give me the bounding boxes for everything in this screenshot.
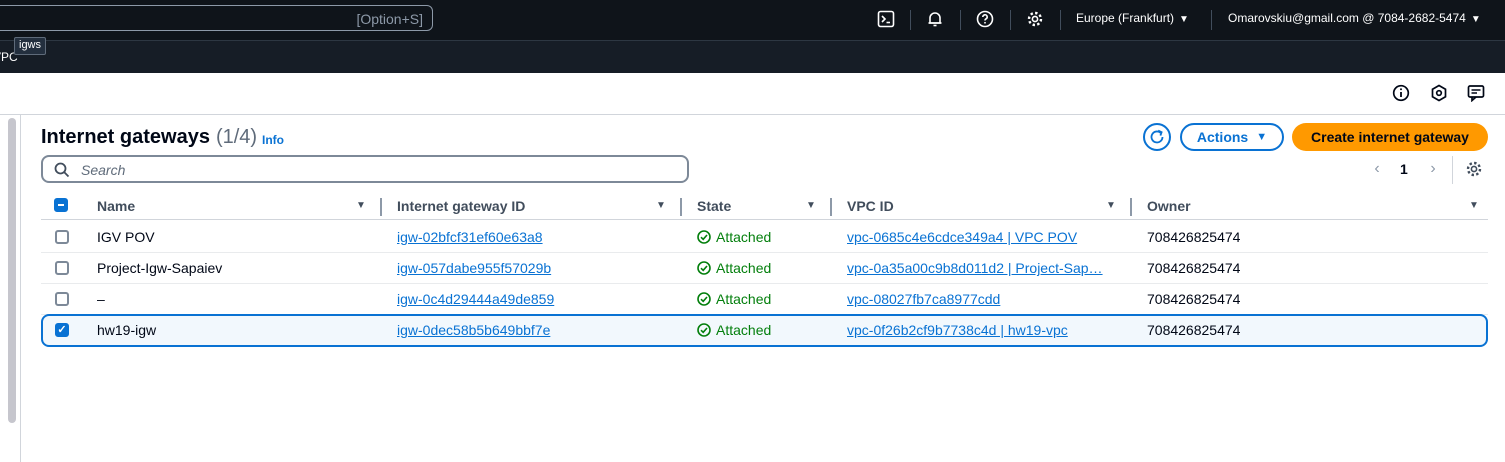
cell-name: hw19-igw [97, 322, 157, 338]
row-checkbox[interactable] [55, 230, 69, 244]
column-resizer[interactable] [680, 198, 682, 216]
sidebar-divider [20, 115, 21, 462]
state-label: Attached [716, 291, 772, 307]
cell-igw-id-link[interactable]: igw-0dec58b5b649bbf7e [397, 322, 550, 338]
sort-caret-icon[interactable]: ▼ [1469, 200, 1481, 212]
table-header-row [41, 192, 1488, 220]
cell-owner: 708426825474 [1147, 322, 1241, 338]
topbar-divider [910, 10, 911, 30]
info-circle-icon[interactable] [1392, 84, 1410, 102]
row-checkbox-checked[interactable]: ✓ [55, 323, 69, 337]
refresh-icon [1150, 129, 1164, 144]
table-settings-gear-icon[interactable] [1465, 160, 1483, 178]
column-header-vpc-id[interactable]: VPC ID [847, 198, 894, 214]
sort-caret-icon[interactable]: ▼ [1106, 200, 1118, 212]
state-label: Attached [716, 260, 772, 276]
search-tooltip: igws [14, 37, 47, 55]
state-label: Attached [716, 229, 772, 245]
chevron-left-icon[interactable]: ‹ [1370, 160, 1384, 178]
column-header-state[interactable]: State [697, 198, 731, 214]
cloudshell-icon[interactable] [876, 9, 896, 29]
sort-caret-icon[interactable]: ▼ [356, 200, 368, 212]
cell-state: Attached [697, 229, 771, 245]
caret-down-icon: ▼ [1470, 14, 1481, 25]
selection-count: (1/4) [215, 126, 258, 148]
cell-owner: 708426825474 [1147, 291, 1241, 307]
gear-icon[interactable] [1025, 9, 1045, 29]
column-header-name[interactable]: Name [97, 198, 135, 214]
account-menu[interactable]: Omarovskiu@gmail.com @ 7084-2682-5474 ▼ [1228, 11, 1481, 25]
cell-igw-id-link[interactable]: igw-057dabe955f57029b [397, 260, 551, 276]
cell-state: Attached [697, 322, 771, 338]
account-label: Omarovskiu@gmail.com @ 7084-2682-5474 [1228, 11, 1466, 25]
topbar-divider [960, 10, 961, 30]
chevron-right-icon[interactable]: › [1426, 160, 1440, 178]
search-shortcut-hint: [Option+S] [356, 11, 423, 27]
info-link[interactable]: Info [262, 133, 284, 147]
topbar-divider [1060, 10, 1061, 30]
column-resizer[interactable] [1130, 198, 1132, 216]
hexagon-settings-icon[interactable] [1430, 84, 1448, 102]
cell-vpc-id-link[interactable]: vpc-0685c4e6cdce349a4 | VPC POV [847, 229, 1077, 245]
cell-owner: 708426825474 [1147, 260, 1241, 276]
cell-name: IGV POV [97, 229, 155, 245]
pagination-divider [1452, 156, 1453, 184]
page-title: Internet gateways (1/4) [41, 126, 257, 149]
topbar-divider [1211, 10, 1212, 30]
column-resizer[interactable] [380, 198, 382, 216]
create-internet-gateway-button[interactable]: Create internet gateway [1292, 123, 1488, 151]
region-label: Europe (Frankfurt) [1076, 11, 1175, 25]
cell-vpc-id-link[interactable]: vpc-0a35a00c9b8d011d2 | Project-Sap… [847, 260, 1103, 276]
cell-state: Attached [697, 260, 771, 276]
column-resizer[interactable] [830, 198, 832, 216]
sort-caret-icon[interactable]: ▼ [656, 200, 668, 212]
caret-down-icon: ▼ [1179, 14, 1189, 25]
page-number[interactable]: 1 [1400, 161, 1408, 177]
cell-owner: 708426825474 [1147, 229, 1241, 245]
check-circle-icon [697, 261, 711, 275]
global-search-box[interactable]: [Option+S] [0, 5, 433, 31]
help-icon[interactable] [975, 9, 995, 29]
sort-caret-icon[interactable]: ▼ [806, 200, 818, 212]
service-bar: VPC [0, 40, 1505, 73]
row-checkbox[interactable] [55, 292, 69, 306]
cell-igw-id-link[interactable]: igw-0c4d29444a49de859 [397, 291, 554, 307]
check-circle-icon [697, 230, 711, 244]
actions-label: Actions [1196, 129, 1249, 145]
feedback-icon[interactable] [1467, 84, 1485, 102]
column-header-igw-id[interactable]: Internet gateway ID [397, 198, 525, 214]
cell-vpc-id-link[interactable]: vpc-08027fb7ca8977cdd [847, 291, 1000, 307]
actions-button[interactable]: Actions ▼ [1180, 123, 1284, 151]
row-checkbox[interactable] [55, 261, 69, 275]
region-selector[interactable]: Europe (Frankfurt) ▼ [1076, 11, 1189, 25]
caret-down-icon: ▼ [1256, 131, 1268, 143]
topbar-divider [1010, 10, 1011, 30]
search-filter [41, 155, 689, 183]
column-header-owner[interactable]: Owner [1147, 198, 1191, 214]
check-circle-icon [697, 323, 711, 337]
state-label: Attached [716, 322, 772, 338]
select-all-checkbox[interactable] [54, 198, 68, 212]
check-circle-icon [697, 292, 711, 306]
scrollbar-thumb[interactable] [8, 118, 16, 423]
page-title-text: Internet gateways [41, 126, 210, 148]
cell-igw-id-link[interactable]: igw-02bfcf31ef60e63a8 [397, 229, 543, 245]
cell-vpc-id-link[interactable]: vpc-0f26b2cf9b7738c4d | hw19-vpc [847, 322, 1068, 338]
cell-name: – [97, 291, 105, 307]
cell-name: Project-Igw-Sapaiev [97, 260, 223, 276]
refresh-button[interactable] [1143, 123, 1171, 151]
utility-bar [0, 73, 1505, 115]
search-icon [54, 162, 70, 178]
top-navigation-bar: [Option+S] Europe (Frankfurt) ▼ Omarovski… [0, 0, 1505, 40]
cell-state: Attached [697, 291, 771, 307]
search-input[interactable] [79, 158, 683, 182]
bell-icon[interactable] [925, 9, 945, 29]
